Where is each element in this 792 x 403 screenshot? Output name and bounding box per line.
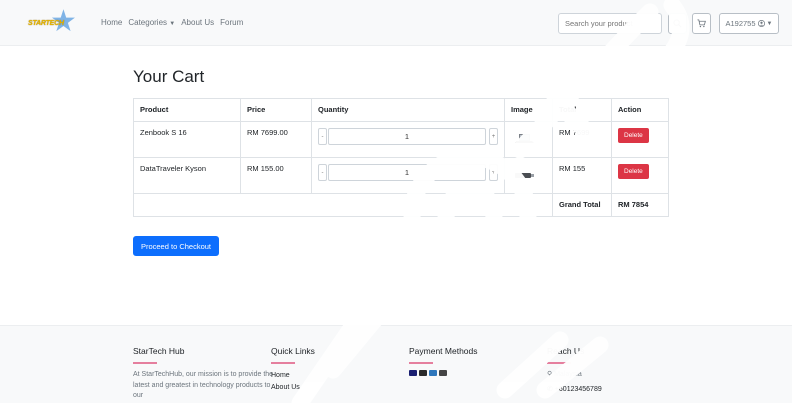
footer-link-home[interactable]: Home [271, 370, 381, 382]
brand-logo[interactable]: ★ STARTECH [28, 7, 78, 37]
search-button[interactable] [668, 13, 687, 34]
quantity-stepper: - 1 + [318, 128, 498, 146]
visa-card-icon [409, 370, 417, 376]
nav-link-home[interactable]: Home [101, 18, 122, 27]
col-total: Total [552, 98, 612, 122]
grand-total-row: Grand Total RM 7854 [133, 193, 669, 217]
quantity-increment-button[interactable]: + [489, 164, 498, 181]
quantity-stepper: - 1 + [318, 164, 498, 182]
nav-link-categories-label: Categories [128, 18, 168, 27]
search-icon [673, 19, 682, 28]
location-pin-icon: ⚲ [547, 371, 553, 378]
footer-reach-heading: Reach Us [547, 346, 585, 356]
usb-drive-image [515, 173, 534, 178]
user-menu-button[interactable]: A192755 ▼ [719, 13, 779, 34]
page-title: Your Cart [133, 67, 205, 86]
col-image: Image [504, 98, 553, 122]
col-price: Price [240, 98, 312, 122]
proceed-to-checkout-button[interactable]: Proceed to Checkout [133, 236, 219, 256]
table-header-row: Product Price Quantity Image Total Actio… [133, 98, 669, 122]
footer-brand-heading: StarTech Hub [133, 346, 185, 356]
table-row: DataTraveler Kyson RM 155.00 - 1 + RM 15… [133, 157, 669, 194]
navbar: ★ STARTECH Home Categories ▼ About Us Fo… [0, 0, 792, 46]
product-image-cell [504, 157, 553, 194]
cart-table: Product Price Quantity Image Total Actio… [133, 98, 669, 217]
footer-divider [409, 362, 433, 364]
footer-location: ⚲ Malaysia [547, 370, 677, 381]
quantity-input[interactable]: 1 [328, 128, 486, 145]
nav-link-categories[interactable]: Categories ▼ [128, 18, 175, 27]
footer-divider [133, 362, 157, 364]
cart-button[interactable] [692, 13, 711, 34]
footer-reach-us: Reach Us ⚲ Malaysia ✆ +60123456789 [547, 346, 677, 395]
amex-card-icon [429, 370, 437, 376]
nav-link-about-us[interactable]: About Us [181, 18, 214, 27]
col-quantity: Quantity [311, 98, 505, 122]
col-action: Action [611, 98, 669, 122]
footer-link-about-us[interactable]: About Us [271, 382, 381, 394]
footer-divider [547, 362, 571, 364]
cart-icon [697, 19, 706, 28]
delete-button[interactable]: Delete [618, 128, 649, 143]
product-image-cell [504, 121, 553, 158]
footer-payment-heading: Payment Methods [409, 346, 478, 356]
footer-phone: ✆ +60123456789 [547, 385, 677, 396]
grand-total-spacer [133, 193, 553, 217]
table-row: Zenbook S 16 RM 7699.00 - 1 + RM 7699 De… [133, 121, 669, 158]
action-cell: Delete [611, 121, 669, 158]
chevron-down-icon: ▼ [169, 21, 176, 27]
phone-icon: ✆ [547, 385, 553, 393]
quantity-increment-button[interactable]: + [489, 128, 498, 145]
footer-brand-text: At StarTechHub, our mission is to provid… [133, 371, 274, 399]
footer-quick-links: Quick Links Home About Us [271, 346, 381, 394]
delete-button[interactable]: Delete [618, 164, 649, 179]
footer-location-text: Malaysia [554, 371, 582, 378]
grand-total-value: RM 7854 [611, 193, 669, 217]
quantity-cell: - 1 + [311, 157, 505, 194]
quantity-decrement-button[interactable]: - [318, 128, 327, 145]
logo-wordmark: STARTECH [28, 20, 64, 27]
laptop-image [515, 134, 534, 143]
search-input[interactable] [558, 13, 662, 34]
chevron-down-icon: ▼ [766, 20, 773, 27]
quantity-input[interactable]: 1 [328, 164, 486, 181]
footer-payment: Payment Methods [409, 346, 529, 376]
footer-divider [271, 362, 295, 364]
footer-about: StarTech Hub At StarTechHub, our mission… [133, 346, 279, 402]
grand-total-label: Grand Total [552, 193, 612, 217]
user-label: A192755 [725, 19, 756, 28]
product-name: Zenbook S 16 [133, 121, 241, 158]
nav-links: Home Categories ▼ About Us Forum [101, 18, 243, 27]
col-product: Product [133, 98, 241, 122]
nav-link-forum[interactable]: Forum [220, 18, 243, 27]
row-total: RM 7699 [552, 121, 612, 158]
quantity-decrement-button[interactable]: - [318, 164, 327, 181]
payment-icons [409, 370, 529, 376]
product-name: DataTraveler Kyson [133, 157, 241, 194]
user-circle-icon [757, 20, 765, 27]
row-total: RM 155 [552, 157, 612, 194]
credit-card-icon [439, 370, 447, 376]
product-price: RM 155.00 [240, 157, 312, 194]
footer-phone-text: +60123456789 [554, 385, 602, 393]
product-price: RM 7699.00 [240, 121, 312, 158]
mastercard-icon [419, 370, 427, 376]
footer-links-heading: Quick Links [271, 346, 315, 356]
action-cell: Delete [611, 157, 669, 194]
footer: StarTech Hub At StarTechHub, our mission… [0, 325, 792, 403]
quantity-cell: - 1 + [311, 121, 505, 158]
